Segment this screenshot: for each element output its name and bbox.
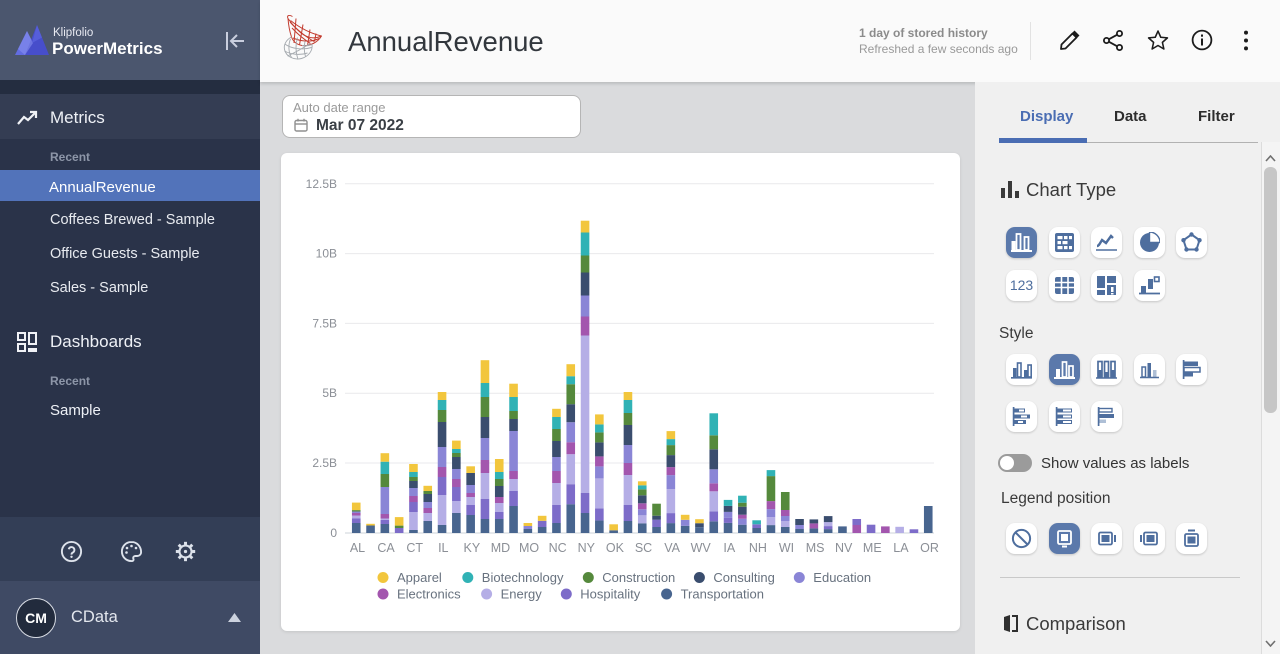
- svg-text:VA: VA: [664, 541, 680, 555]
- svg-text:SC: SC: [635, 541, 652, 555]
- svg-text:NY: NY: [578, 541, 596, 555]
- svg-text:MD: MD: [491, 541, 510, 555]
- svg-text:CA: CA: [377, 541, 395, 555]
- svg-text:NH: NH: [749, 541, 767, 555]
- svg-text:ME: ME: [863, 541, 882, 555]
- svg-text:CT: CT: [406, 541, 423, 555]
- svg-text:Apparel: Apparel: [397, 570, 442, 585]
- svg-text:Education: Education: [813, 570, 871, 585]
- svg-text:Biotechnology: Biotechnology: [482, 570, 564, 585]
- svg-text:0: 0: [330, 526, 337, 540]
- svg-text:10B: 10B: [316, 247, 337, 261]
- svg-text:Transportation: Transportation: [681, 587, 764, 602]
- svg-text:WI: WI: [779, 541, 794, 555]
- svg-text:Electronics: Electronics: [397, 587, 461, 602]
- svg-text:OR: OR: [920, 541, 939, 555]
- svg-text:Construction: Construction: [602, 570, 675, 585]
- svg-text:2.5B: 2.5B: [312, 456, 337, 470]
- svg-text:MO: MO: [519, 541, 539, 555]
- svg-text:Consulting: Consulting: [713, 570, 774, 585]
- svg-text:NV: NV: [835, 541, 853, 555]
- svg-text:Hospitality: Hospitality: [580, 587, 640, 602]
- svg-text:LA: LA: [893, 541, 909, 555]
- svg-text:Energy: Energy: [501, 587, 543, 602]
- svg-text:7.5B: 7.5B: [312, 316, 337, 330]
- svg-text:AL: AL: [350, 541, 365, 555]
- svg-text:NC: NC: [549, 541, 567, 555]
- svg-text:MS: MS: [806, 541, 825, 555]
- svg-text:12.5B: 12.5B: [306, 177, 337, 191]
- svg-text:IA: IA: [723, 541, 735, 555]
- svg-text:OK: OK: [606, 541, 625, 555]
- svg-text:5B: 5B: [322, 386, 337, 400]
- svg-text:KY: KY: [464, 541, 481, 555]
- svg-text:IL: IL: [438, 541, 448, 555]
- svg-text:WV: WV: [691, 541, 712, 555]
